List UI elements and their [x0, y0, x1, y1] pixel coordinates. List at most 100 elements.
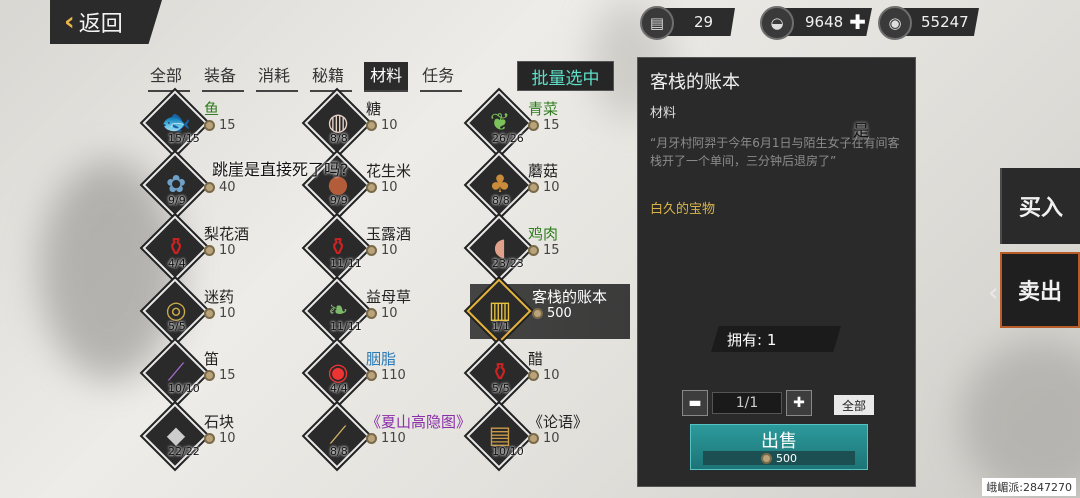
item-slot[interactable]: ◍ 8/8 糖 10: [304, 90, 458, 156]
item-price-value: 10: [381, 180, 398, 195]
item-name: 糖: [366, 100, 382, 118]
item-price-value: 15: [543, 118, 560, 133]
item-slot[interactable]: ⚱ 11/11 玉露酒 10: [304, 215, 458, 281]
item-price-value: 10: [219, 243, 236, 258]
tab-equipment[interactable]: 装备: [202, 62, 245, 92]
item-price: 15: [528, 118, 560, 133]
item-quantity: 10/10: [168, 382, 200, 395]
item-quantity: 8/8: [330, 445, 348, 458]
item-price: 110: [366, 368, 406, 383]
item-name: 花生米: [366, 162, 412, 180]
item-price: 10: [366, 180, 398, 195]
coin-icon: [761, 452, 772, 464]
back-button[interactable]: ‹ 返回: [50, 0, 162, 44]
batch-select-button[interactable]: 批量选中: [517, 61, 614, 91]
watermark: 峨嵋派:2847270: [982, 478, 1076, 496]
item-price-value: 15: [219, 368, 236, 383]
item-price: 10: [366, 243, 398, 258]
sell-label: 出售: [761, 431, 797, 452]
item-slot[interactable]: ⟋ 10/10 笛 15: [142, 340, 296, 406]
item-quantity: 22/22: [168, 445, 200, 458]
item-slot[interactable]: ❧ 11/11 益母草 10: [304, 278, 458, 344]
item-price-value: 10: [543, 180, 560, 195]
coin-icon: [366, 245, 377, 256]
item-quantity: 11/11: [330, 320, 362, 333]
item-price: 15: [528, 243, 560, 258]
bag-count: 29: [694, 13, 714, 31]
coin-icon: [528, 433, 539, 444]
coin-icon: [204, 120, 215, 131]
item-price: 40: [204, 180, 236, 195]
item-price-value: 10: [219, 431, 236, 446]
item-price-value: 10: [543, 431, 560, 446]
quantity-stepper: ▬ 1/1 ✚: [682, 390, 812, 416]
item-price-value: 40: [219, 180, 236, 195]
item-name: 客栈的账本: [532, 288, 608, 306]
item-price: 500: [532, 306, 572, 321]
coin-icon: [528, 245, 539, 256]
item-name: 石块: [204, 413, 235, 431]
detail-title: 客栈的账本: [650, 72, 740, 93]
quantity-value[interactable]: 1/1: [712, 392, 782, 414]
item-quantity: 5/5: [168, 320, 186, 333]
item-price: 10: [204, 431, 236, 446]
item-slot[interactable]: ◉ 4/4 胭脂 110: [304, 340, 458, 406]
copper-coin-icon: ◉: [878, 6, 912, 40]
item-price: 10: [366, 118, 398, 133]
item-price: 10: [204, 243, 236, 258]
select-all-quantity-button[interactable]: 全部: [834, 395, 874, 415]
decrease-button[interactable]: ▬: [682, 390, 708, 416]
item-price: 15: [204, 368, 236, 383]
tab-materials[interactable]: 材料: [364, 62, 409, 92]
item-price-value: 10: [381, 243, 398, 258]
coin-icon: [366, 182, 377, 193]
item-quantity: 8/8: [330, 132, 348, 145]
item-price: 15: [204, 118, 236, 133]
item-name: 益母草: [366, 288, 412, 306]
item-price-value: 15: [219, 118, 236, 133]
item-slot[interactable]: ⚱ 4/4 梨花酒 10: [142, 215, 296, 281]
coin-icon: [366, 308, 377, 319]
item-price-value: 500: [547, 306, 572, 321]
detail-description: “月牙村阿羿于今年6月1日与陌生女子在有间客栈开了一个单间，三分钟后退房了”: [650, 136, 900, 168]
tab-quests[interactable]: 任务: [420, 62, 463, 92]
item-price: 10: [528, 368, 560, 383]
tab-consumables[interactable]: 消耗: [256, 62, 299, 92]
item-quantity: 10/10: [492, 445, 524, 458]
add-silver-button[interactable]: ✚: [849, 10, 866, 34]
tab-all[interactable]: 全部: [148, 62, 191, 92]
silver-ingot-icon: ◒: [760, 6, 794, 40]
tab-sell[interactable]: 卖出: [1000, 252, 1080, 328]
coin-icon: [528, 120, 539, 131]
coin-icon: [366, 433, 377, 444]
detail-type: 材料: [650, 106, 677, 121]
item-price-value: 15: [543, 243, 560, 258]
item-price-value: 110: [381, 368, 406, 383]
category-tabs: 全部 装备 消耗 秘籍 材料 任务: [148, 62, 474, 92]
item-name: 玉露酒: [366, 225, 412, 243]
item-price-value: 110: [381, 431, 406, 446]
coin-icon: [366, 370, 377, 381]
item-detail-panel: 客栈的账本 材料 “月牙村阿羿于今年6月1日与陌生女子在有间客栈开了一个单间，三…: [637, 57, 916, 487]
tab-buy[interactable]: 买入: [1000, 168, 1080, 244]
item-slot[interactable]: ◆ 22/22 石块 10: [142, 403, 296, 469]
item-slot[interactable]: ◖ 23/23 鸡肉 15: [466, 215, 620, 281]
item-slot[interactable]: ⟋ 8/8 《夏山高隐图》 110: [304, 403, 471, 469]
item-slot[interactable]: ❦ 26/26 青菜 15: [466, 90, 620, 156]
item-price-value: 10: [543, 368, 560, 383]
owned-count: 拥有: 1: [711, 326, 841, 352]
item-slot[interactable]: ▤ 10/10 《论语》 10: [466, 403, 620, 469]
item-slot[interactable]: ♣ 8/8 蘑菇 10: [466, 152, 620, 218]
item-price: 10: [528, 431, 560, 446]
chevron-left-icon: ‹: [988, 278, 999, 308]
overlay-comment: 跳崖是直接死了吗?: [212, 160, 349, 179]
item-quantity: 4/4: [330, 382, 348, 395]
tab-manuals[interactable]: 秘籍: [310, 62, 353, 92]
item-slot[interactable]: ◎ 5/5 迷药 10: [142, 278, 296, 344]
item-slot[interactable]: ▥ 1/1 客栈的账本 500: [466, 278, 630, 344]
item-slot[interactable]: 🐟 15/15 鱼 15: [142, 90, 296, 156]
item-slot[interactable]: ⚱ 5/5 醋 10: [466, 340, 620, 406]
coin-icon: [204, 182, 215, 193]
increase-button[interactable]: ✚: [786, 390, 812, 416]
sell-button[interactable]: 出售 500: [690, 424, 868, 470]
